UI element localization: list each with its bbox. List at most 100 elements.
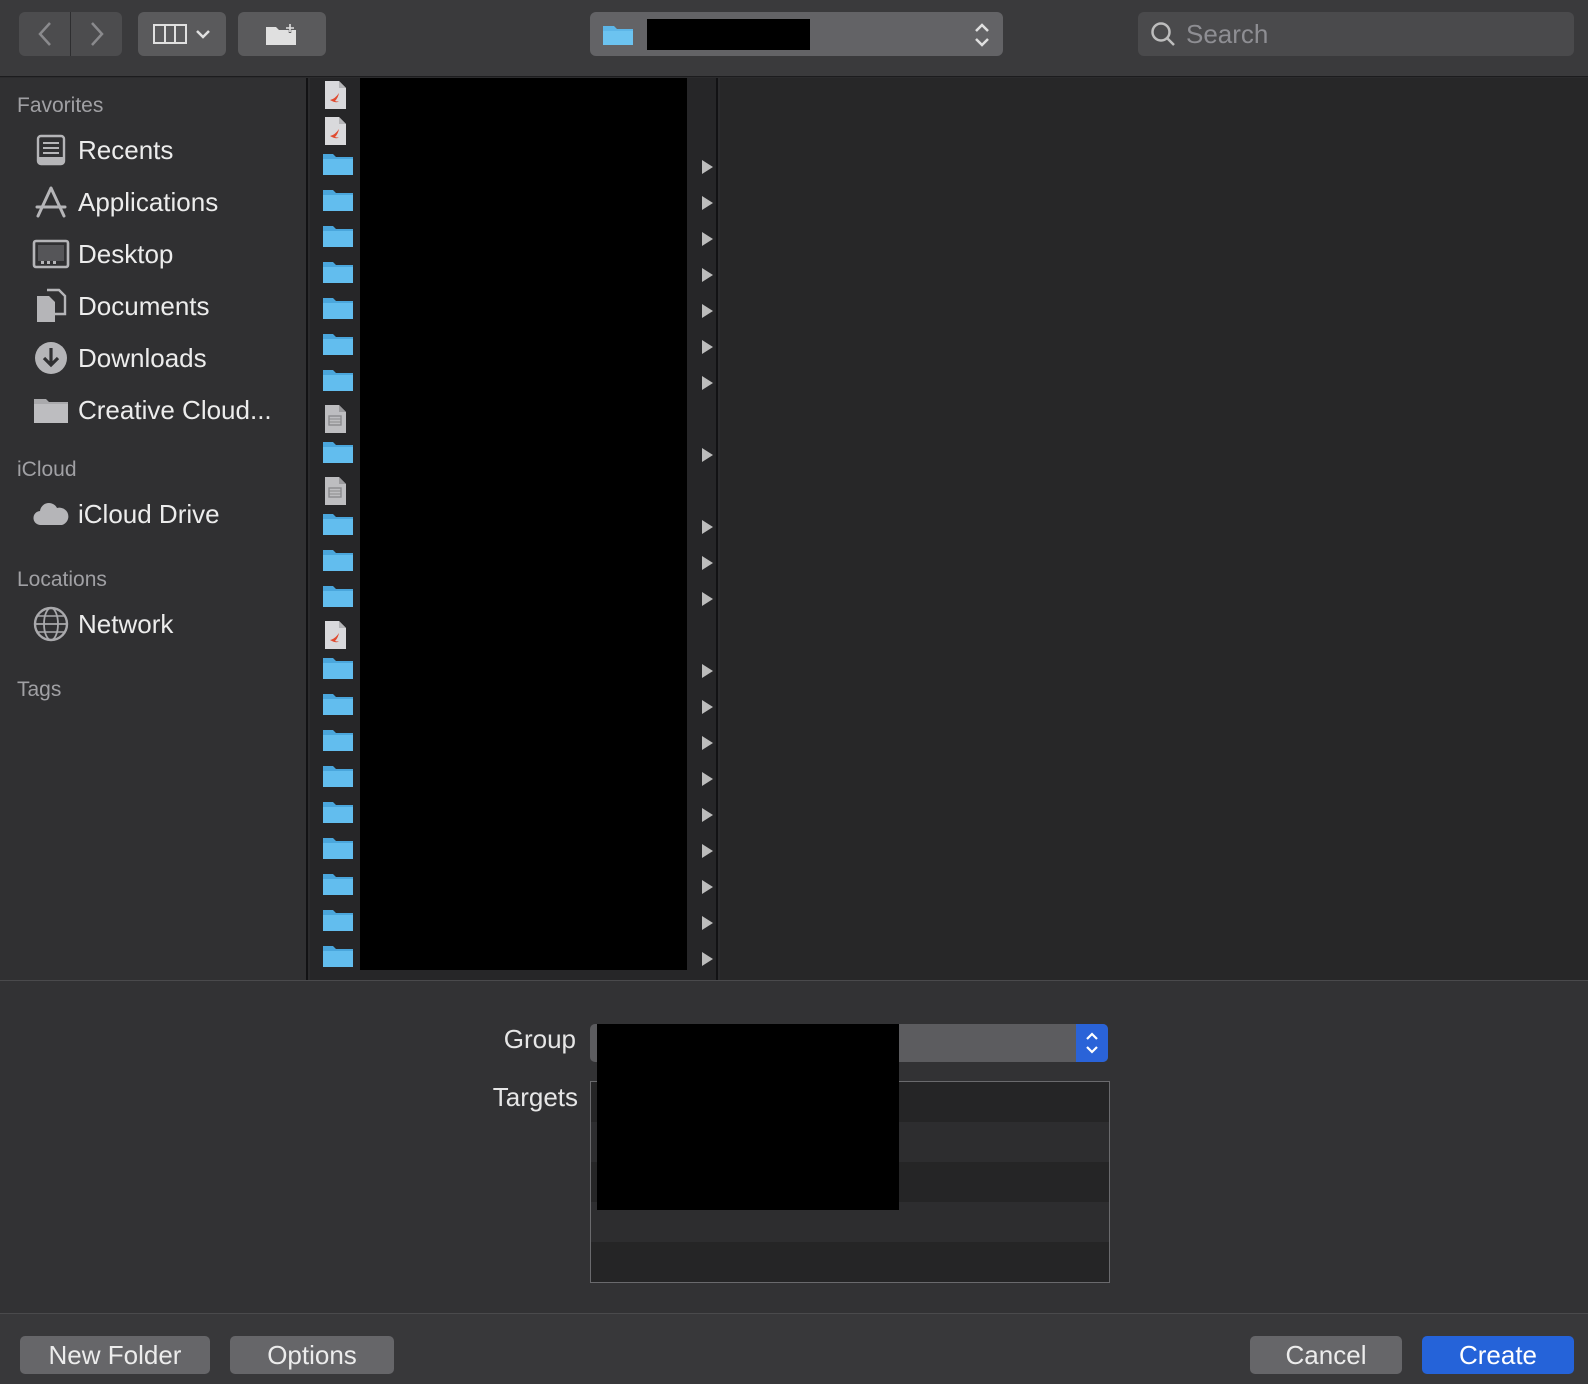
disclosure-arrow-icon[interactable]: [702, 340, 713, 354]
path-popup[interactable]: [590, 12, 1003, 56]
plist-file-icon[interactable]: [322, 476, 356, 506]
sidebar-item-creative-cloud[interactable]: Creative Cloud...: [30, 388, 298, 432]
folder-icon[interactable]: [322, 692, 356, 722]
sidebar-item-label: Desktop: [78, 238, 174, 269]
chevron-right-icon: [90, 22, 104, 46]
search-input[interactable]: [1186, 18, 1566, 50]
folder-icon[interactable]: [322, 296, 356, 326]
folder-icon[interactable]: [322, 224, 356, 254]
sidebar-item-label: Creative Cloud...: [78, 394, 272, 425]
folder-icon[interactable]: [322, 368, 356, 398]
documents-icon: [30, 286, 72, 326]
section-header-icloud: iCloud: [17, 458, 77, 481]
sidebar-item-documents[interactable]: Documents: [30, 284, 298, 328]
disclosure-arrow-icon[interactable]: [702, 196, 713, 210]
disclosure-arrow-icon[interactable]: [702, 520, 713, 534]
sidebar-item-applications[interactable]: Applications: [30, 180, 298, 224]
downloads-icon: [30, 338, 72, 378]
disclosure-arrow-icon[interactable]: [702, 952, 713, 966]
sidebar-item-desktop[interactable]: Desktop: [30, 232, 298, 276]
back-button[interactable]: [19, 12, 70, 56]
search-field[interactable]: [1138, 12, 1574, 56]
list-item[interactable]: [591, 1242, 1109, 1282]
chevron-down-icon: [196, 30, 210, 39]
folder-icon[interactable]: [322, 548, 356, 578]
folder-icon[interactable]: [322, 188, 356, 218]
folder-icon[interactable]: [322, 584, 356, 614]
new-folder-icon: [266, 23, 296, 45]
sidebar-item-network[interactable]: Network: [30, 602, 298, 646]
disclosure-arrow-icon[interactable]: [702, 232, 713, 246]
sidebar-item-label: Documents: [78, 290, 210, 321]
folder-icon[interactable]: [322, 512, 356, 542]
options-button[interactable]: Options: [230, 1336, 394, 1374]
disclosure-arrow-icon[interactable]: [702, 304, 713, 318]
disclosure-arrow-icon[interactable]: [702, 844, 713, 858]
folder-icon: [30, 390, 72, 430]
disclosure-arrow-icon[interactable]: [702, 772, 713, 786]
cloud-icon: [30, 494, 72, 534]
swift-file-icon[interactable]: [322, 80, 356, 110]
toolbar: [0, 0, 1588, 77]
sidebar: Favorites Recents Applications Desktop D…: [0, 78, 308, 980]
folder-icon[interactable]: [322, 800, 356, 830]
sidebar-item-label: Network: [78, 608, 174, 639]
folder-icon[interactable]: [322, 872, 356, 902]
folder-icon[interactable]: [322, 260, 356, 290]
section-header-favorites: Favorites: [17, 94, 104, 117]
folder-icon[interactable]: [322, 332, 356, 362]
sidebar-item-label: Applications: [78, 186, 219, 217]
folder-icon[interactable]: [322, 152, 356, 182]
swift-file-icon[interactable]: [322, 116, 356, 146]
forward-button[interactable]: [70, 12, 122, 56]
disclosure-arrow-icon[interactable]: [702, 880, 713, 894]
folder-icon[interactable]: [322, 764, 356, 794]
columns-view-icon: [153, 24, 187, 44]
disclosure-arrow-icon[interactable]: [702, 808, 713, 822]
group-stepper[interactable]: [1076, 1024, 1108, 1062]
create-button[interactable]: Create: [1422, 1336, 1574, 1374]
chevron-left-icon: [37, 22, 51, 46]
section-header-tags: Tags: [17, 678, 62, 701]
disclosure-arrow-icon[interactable]: [702, 592, 713, 606]
disclosure-arrow-icon[interactable]: [702, 160, 713, 174]
disclosure-arrow-icon[interactable]: [702, 664, 713, 678]
sidebar-item-label: Recents: [78, 134, 174, 165]
new-folder-toolbar-button[interactable]: [238, 12, 326, 56]
folder-icon[interactable]: [322, 908, 356, 938]
folder-icon[interactable]: [322, 656, 356, 686]
desktop-icon: [30, 234, 72, 274]
disclosure-arrow-icon[interactable]: [702, 268, 713, 282]
folder-icon[interactable]: [322, 728, 356, 758]
plist-file-icon[interactable]: [322, 404, 356, 434]
folder-icon[interactable]: [322, 440, 356, 470]
folder-icon: [603, 26, 633, 45]
search-icon: [1151, 22, 1175, 46]
sidebar-item-label: Downloads: [78, 342, 207, 373]
file-column: [310, 78, 718, 980]
cancel-button[interactable]: Cancel: [1250, 1336, 1402, 1374]
recents-icon: [30, 130, 72, 170]
new-folder-button[interactable]: New Folder: [20, 1336, 210, 1374]
stepper-icon: [975, 23, 989, 47]
disclosure-arrow-icon[interactable]: [702, 376, 713, 390]
sidebar-item-label: iCloud Drive: [78, 498, 220, 529]
disclosure-arrow-icon[interactable]: [702, 448, 713, 462]
disclosure-arrow-icon[interactable]: [702, 736, 713, 750]
group-label: Group: [503, 1024, 576, 1054]
preview-column: [720, 78, 1588, 980]
swift-file-icon[interactable]: [322, 620, 356, 650]
sidebar-item-downloads[interactable]: Downloads: [30, 336, 298, 380]
sidebar-item-icloud-drive[interactable]: iCloud Drive: [30, 492, 298, 536]
sidebar-item-recents[interactable]: Recents: [30, 128, 298, 172]
nav-buttons: [19, 12, 122, 56]
disclosure-arrow-icon[interactable]: [702, 916, 713, 930]
folder-icon[interactable]: [322, 944, 356, 974]
disclosure-arrow-icon[interactable]: [702, 700, 713, 714]
redacted-file-names: [360, 78, 687, 970]
targets-label: Targets: [492, 1082, 578, 1112]
disclosure-arrow-icon[interactable]: [702, 556, 713, 570]
network-icon: [30, 604, 72, 644]
view-mode-button[interactable]: [138, 12, 226, 56]
folder-icon[interactable]: [322, 836, 356, 866]
